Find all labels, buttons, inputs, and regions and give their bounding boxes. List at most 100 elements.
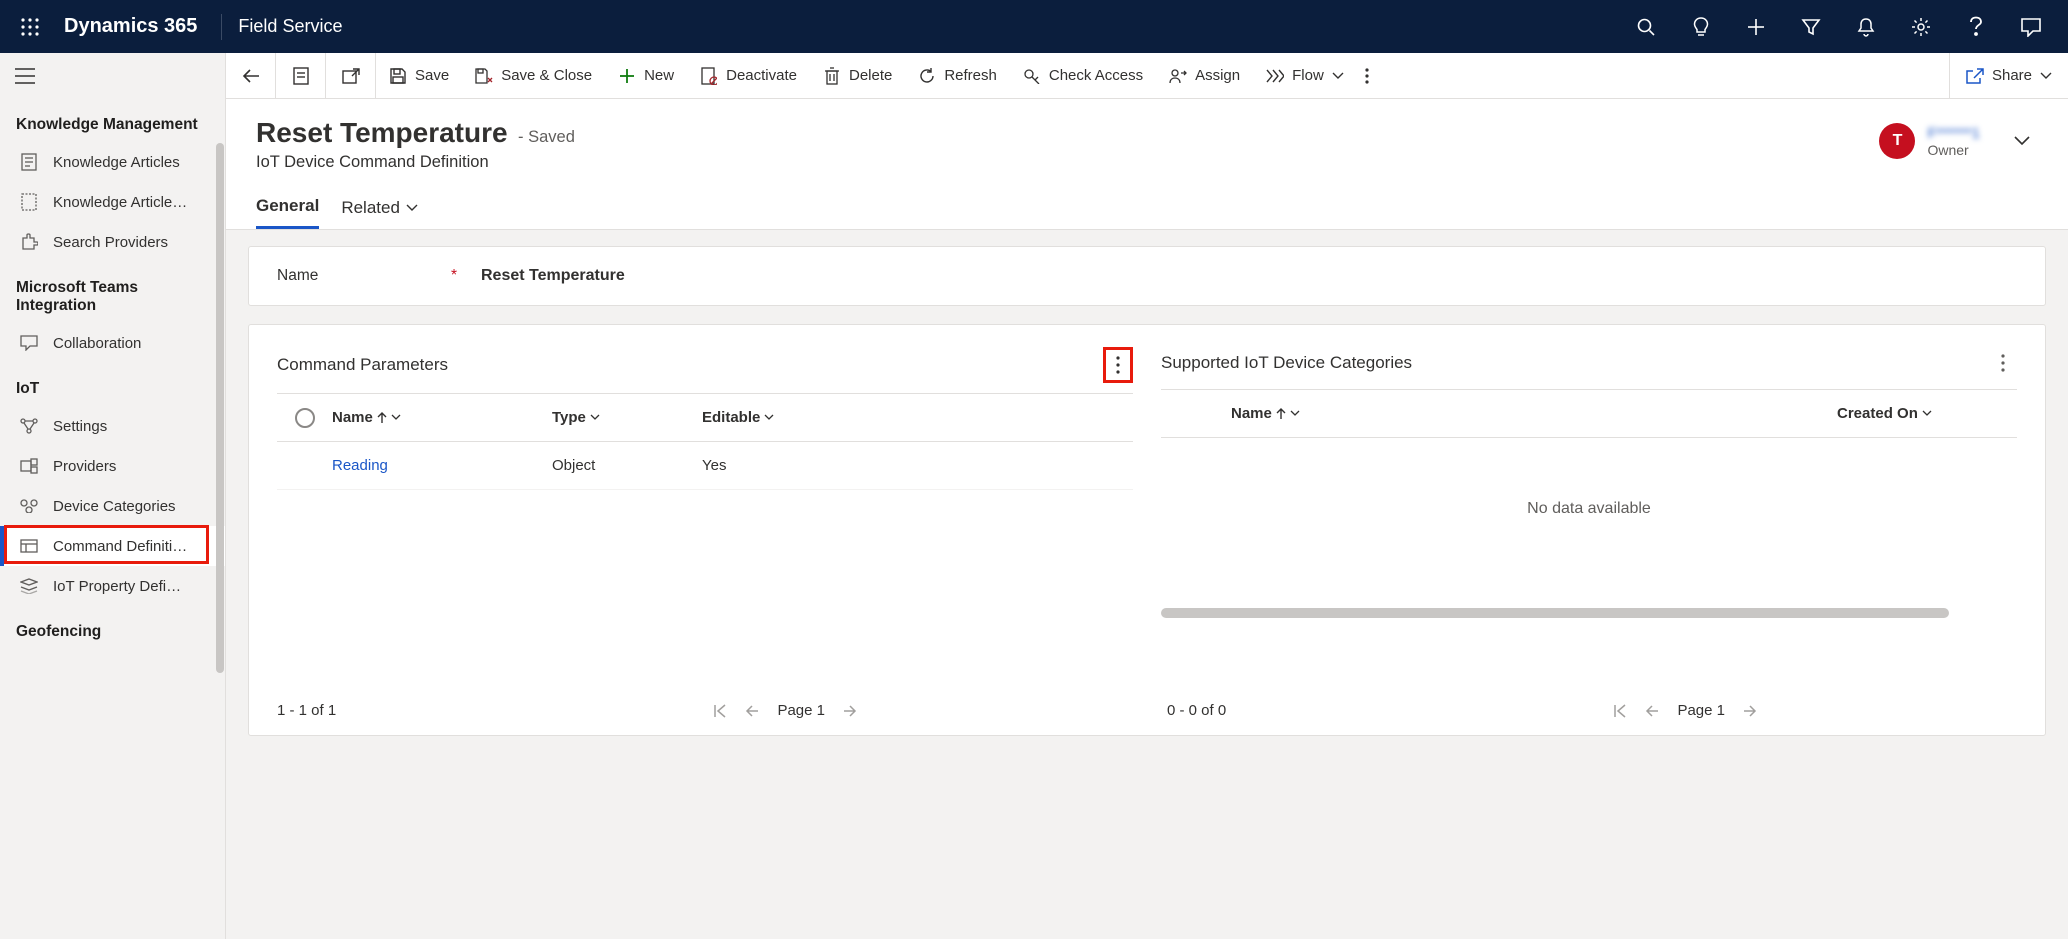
delete-button[interactable]: Delete bbox=[810, 67, 905, 85]
refresh-button[interactable]: Refresh bbox=[905, 67, 1010, 85]
form-icon bbox=[17, 534, 41, 558]
sidebar-item-knowledge-articles[interactable]: Knowledge Articles bbox=[0, 142, 225, 182]
puzzle-icon bbox=[17, 230, 41, 254]
chevron-down-icon bbox=[1922, 410, 1932, 417]
save-close-button[interactable]: Save & Close bbox=[462, 67, 605, 85]
sidebar-item-command-definitions[interactable]: Command Definiti… bbox=[0, 526, 225, 566]
tab-related[interactable]: Related bbox=[341, 196, 418, 229]
scrollbar[interactable] bbox=[216, 143, 224, 673]
filter-icon[interactable] bbox=[1783, 7, 1838, 47]
overflow-menu[interactable] bbox=[1357, 68, 1377, 84]
add-icon[interactable] bbox=[1728, 7, 1783, 47]
app-launcher-icon[interactable] bbox=[10, 7, 50, 47]
menu-toggle-icon[interactable] bbox=[0, 53, 225, 99]
tab-general[interactable]: General bbox=[256, 196, 319, 229]
sidebar-item-label: Command Definiti… bbox=[53, 538, 187, 555]
open-new-window-icon[interactable] bbox=[326, 53, 376, 98]
command-bar: Save Save & Close New Deactivate Delete bbox=[226, 53, 2068, 99]
col-header-name[interactable]: Name bbox=[332, 409, 552, 426]
entity-name: IoT Device Command Definition bbox=[256, 153, 1879, 172]
sidebar-item-iot-property-definitions[interactable]: IoT Property Defi… bbox=[0, 566, 225, 606]
cell-type: Object bbox=[552, 457, 702, 474]
cmd-label: Flow bbox=[1292, 67, 1324, 84]
back-button[interactable] bbox=[226, 53, 276, 98]
chevron-down-icon bbox=[590, 414, 600, 421]
sidebar-item-label: Knowledge Articles bbox=[53, 154, 180, 171]
required-indicator: * bbox=[451, 267, 457, 285]
help-icon[interactable] bbox=[1948, 7, 2003, 47]
sort-asc-icon bbox=[377, 412, 387, 424]
chat-icon[interactable] bbox=[2003, 7, 2058, 47]
save-icon bbox=[389, 67, 407, 85]
sidebar-item-search-providers[interactable]: Search Providers bbox=[0, 222, 225, 262]
col-header-name[interactable]: Name bbox=[1231, 405, 1837, 422]
save-close-icon bbox=[475, 67, 493, 85]
cmd-label: Delete bbox=[849, 67, 892, 84]
owner-avatar[interactable]: T bbox=[1879, 123, 1915, 159]
record-count: 0 - 0 of 0 bbox=[1167, 702, 1226, 719]
owner-name-link[interactable]: F******1 bbox=[1927, 125, 1980, 142]
col-header-type[interactable]: Type bbox=[552, 409, 702, 426]
refresh-icon bbox=[918, 67, 936, 85]
panel-more-button[interactable] bbox=[1989, 347, 2017, 379]
save-button[interactable]: Save bbox=[376, 67, 462, 85]
lightbulb-icon[interactable] bbox=[1673, 7, 1728, 47]
prev-page-icon[interactable] bbox=[745, 705, 759, 717]
cmd-label: Share bbox=[1992, 67, 2032, 84]
brand-title: Dynamics 365 bbox=[64, 15, 197, 38]
prev-page-icon[interactable] bbox=[1645, 705, 1659, 717]
col-header-created-on[interactable]: Created On bbox=[1837, 405, 2017, 422]
next-page-icon[interactable] bbox=[843, 705, 857, 717]
gear-icon[interactable] bbox=[1893, 7, 1948, 47]
flow-button[interactable]: Flow bbox=[1253, 67, 1357, 85]
check-access-button[interactable]: Check Access bbox=[1010, 67, 1156, 85]
command-parameters-panel: Command Parameters Name bbox=[277, 345, 1133, 618]
cmd-label: New bbox=[644, 67, 674, 84]
sort-asc-icon bbox=[1276, 408, 1286, 420]
save-status: - Saved bbox=[518, 128, 575, 146]
sidebar-group-title: Knowledge Management bbox=[0, 99, 225, 142]
no-data-text: No data available bbox=[1161, 438, 2017, 518]
table-row[interactable]: Reading Object Yes bbox=[277, 442, 1133, 490]
select-all-radio[interactable] bbox=[277, 408, 332, 428]
cmd-label: Save & Close bbox=[501, 67, 592, 84]
horizontal-scrollbar[interactable] bbox=[1161, 608, 1949, 618]
device-categories-panel: Supported IoT Device Categories Name bbox=[1161, 345, 2017, 618]
new-button[interactable]: New bbox=[605, 67, 687, 85]
search-icon[interactable] bbox=[1618, 7, 1673, 47]
sidebar-item-collaboration[interactable]: Collaboration bbox=[0, 323, 225, 363]
sidebar-item-label: Search Providers bbox=[53, 234, 168, 251]
chevron-down-icon bbox=[391, 414, 401, 421]
assign-icon bbox=[1169, 67, 1187, 85]
next-page-icon[interactable] bbox=[1743, 705, 1757, 717]
sidebar-group-title: Geofencing bbox=[0, 606, 225, 649]
share-icon bbox=[1966, 67, 1984, 85]
header-expand-button[interactable] bbox=[2006, 125, 2038, 157]
stack-icon bbox=[17, 574, 41, 598]
share-button[interactable]: Share bbox=[1950, 53, 2068, 98]
sidebar-item-iot-providers[interactable]: Providers bbox=[0, 446, 225, 486]
cmd-label: Check Access bbox=[1049, 67, 1143, 84]
row-name-link[interactable]: Reading bbox=[332, 457, 388, 474]
panel-title: Supported IoT Device Categories bbox=[1161, 353, 1989, 373]
deactivate-button[interactable]: Deactivate bbox=[687, 67, 810, 85]
bell-icon[interactable] bbox=[1838, 7, 1893, 47]
key-search-icon bbox=[1023, 67, 1041, 85]
col-header-editable[interactable]: Editable bbox=[702, 409, 842, 426]
chevron-down-icon bbox=[2040, 72, 2052, 80]
sidebar-item-knowledge-article-templates[interactable]: Knowledge Article… bbox=[0, 182, 225, 222]
cmd-label: Assign bbox=[1195, 67, 1240, 84]
trash-icon bbox=[823, 67, 841, 85]
app-name[interactable]: Field Service bbox=[238, 16, 342, 37]
first-page-icon[interactable] bbox=[713, 704, 727, 718]
first-page-icon[interactable] bbox=[1613, 704, 1627, 718]
panel-more-button[interactable] bbox=[1103, 347, 1133, 383]
task-view-icon[interactable] bbox=[276, 53, 326, 98]
document-icon bbox=[17, 150, 41, 174]
field-value-name[interactable]: Reset Temperature bbox=[467, 267, 625, 285]
sidebar-group-title: Microsoft Teams Integration bbox=[0, 262, 225, 323]
assign-button[interactable]: Assign bbox=[1156, 67, 1253, 85]
sidebar-item-device-categories[interactable]: Device Categories bbox=[0, 486, 225, 526]
sidebar-item-label: Collaboration bbox=[53, 335, 141, 352]
sidebar-item-iot-settings[interactable]: Settings bbox=[0, 406, 225, 446]
